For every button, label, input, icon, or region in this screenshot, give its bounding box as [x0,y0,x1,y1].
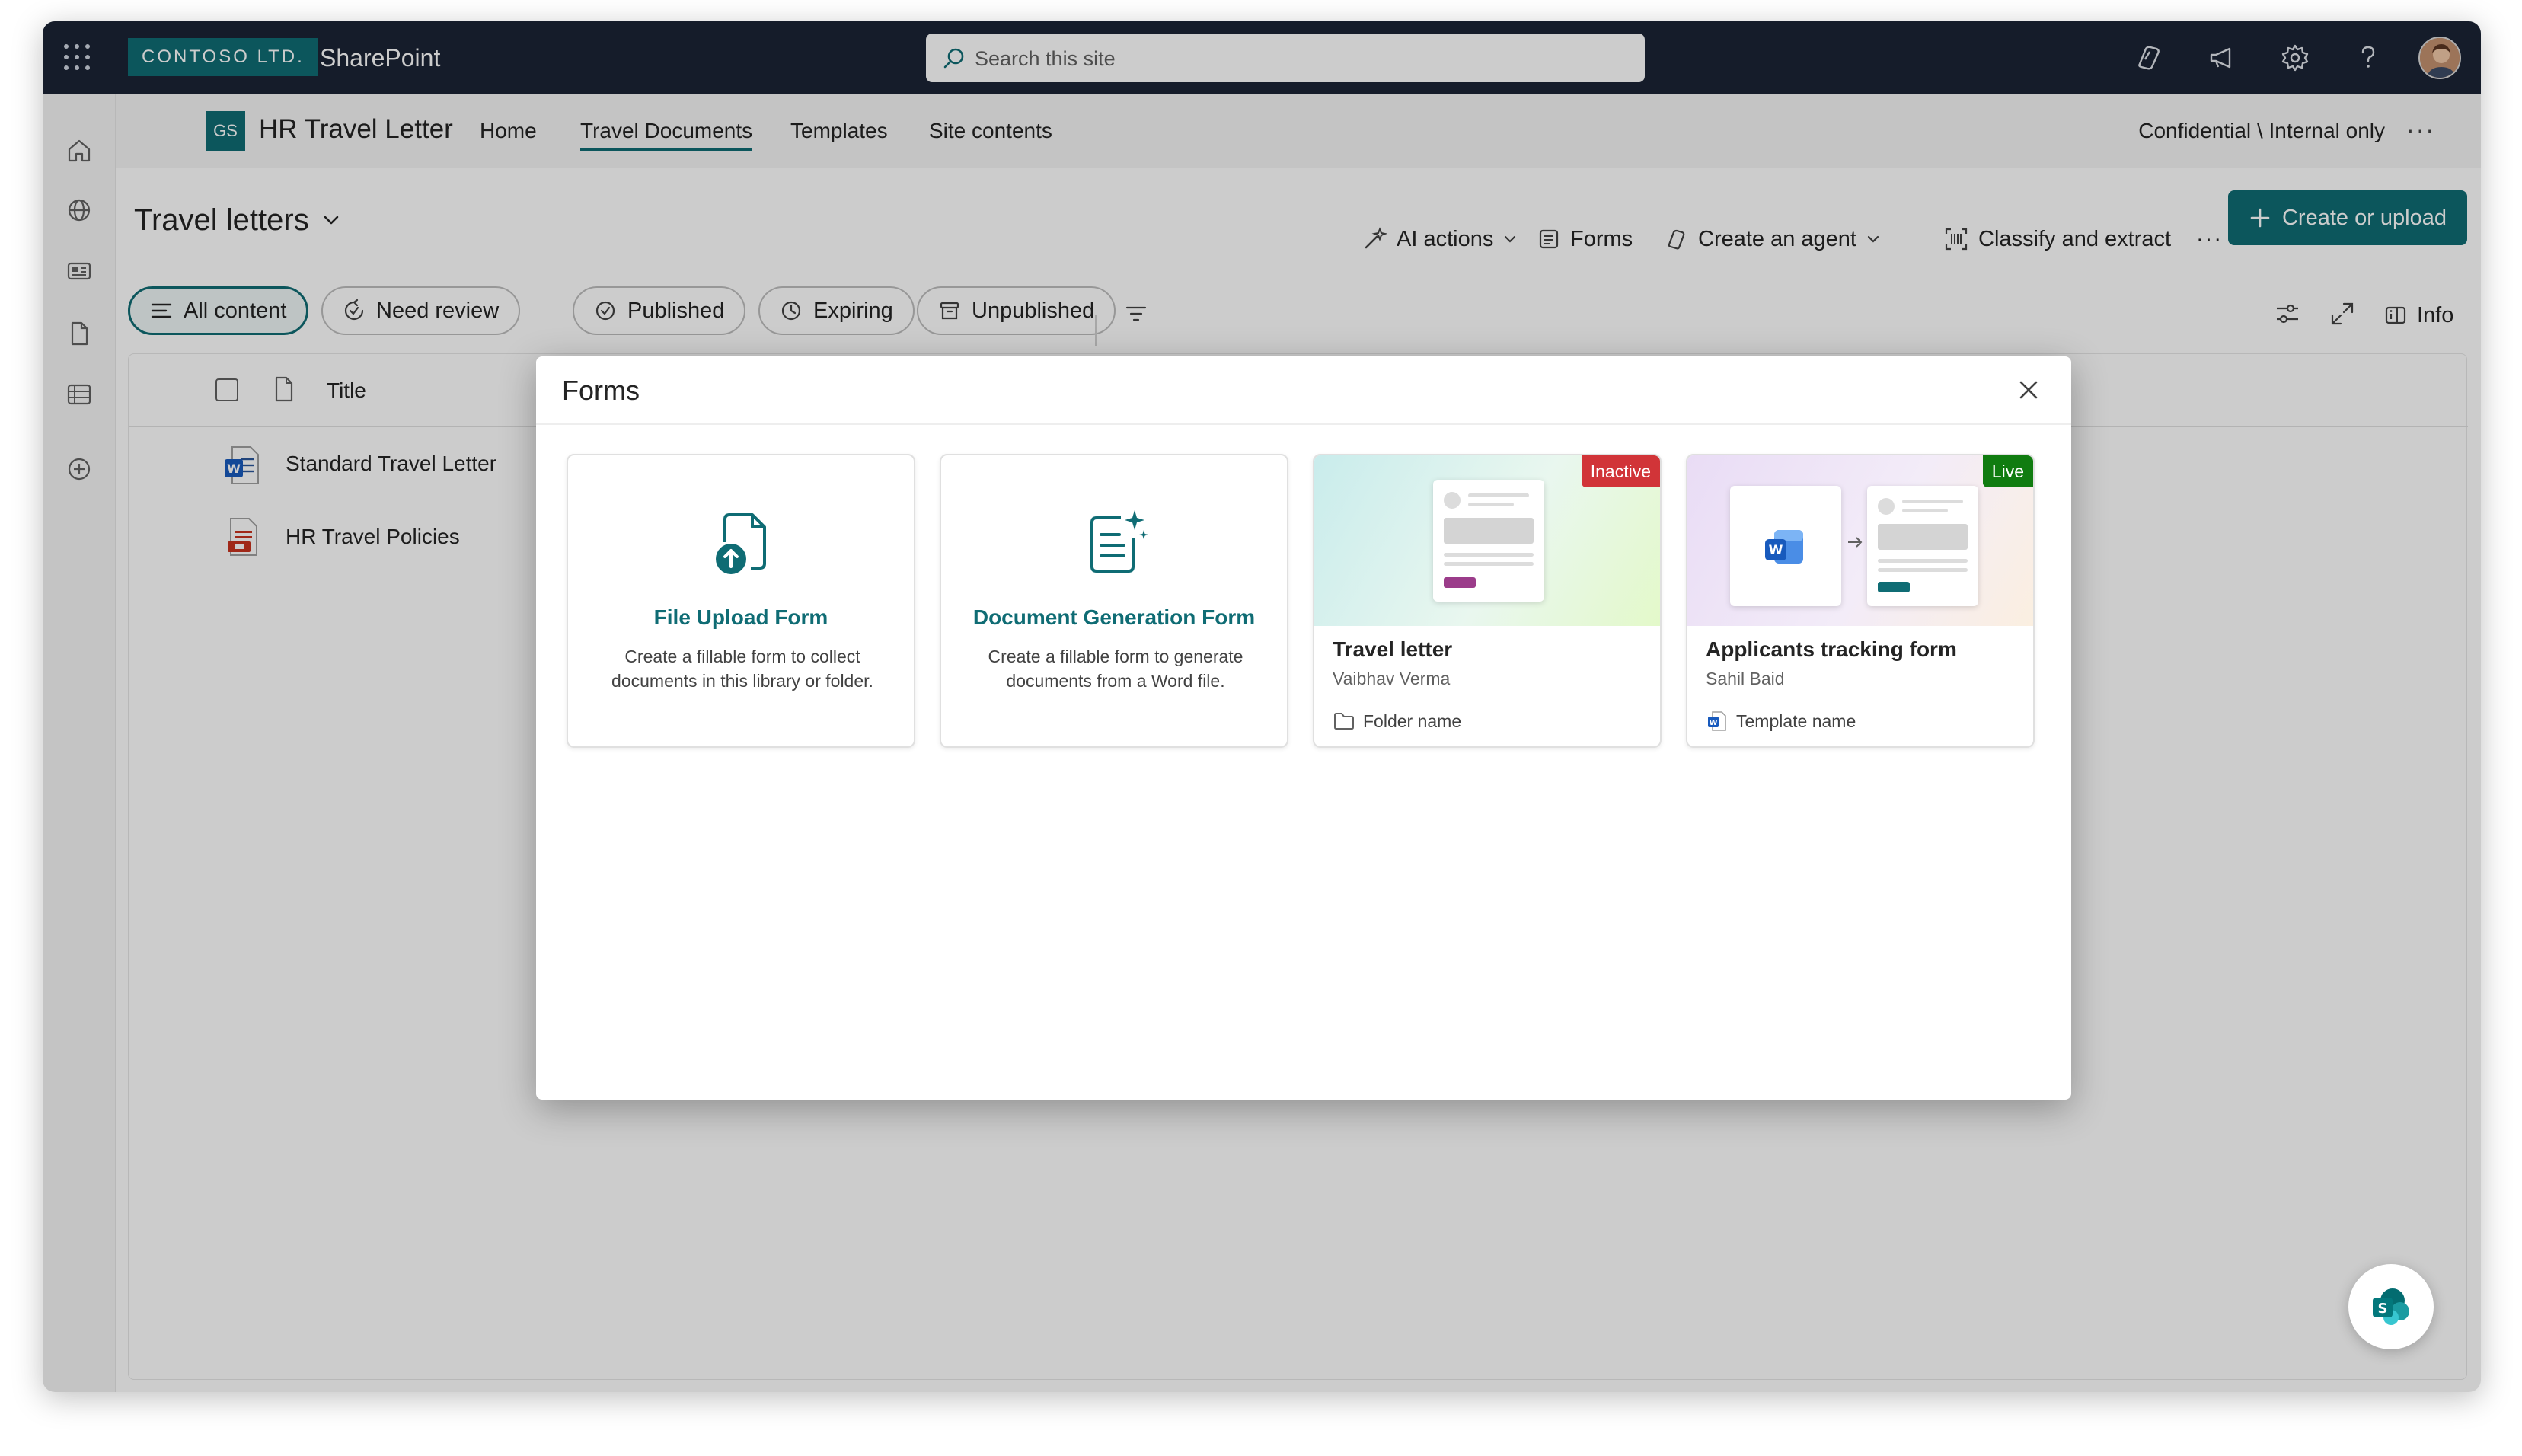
template-name: Template name [1736,711,1856,731]
file-upload-form-card[interactable]: File Upload Form Create a fillable form … [567,454,915,748]
sharepoint-logo-icon: S [2370,1285,2412,1328]
svg-text:S: S [2378,1301,2388,1317]
travel-letter-form-card[interactable]: Inactive Travel letter Vaibhav Verma Fol… [1313,454,1662,748]
close-icon[interactable] [2013,375,2044,405]
card-title: Document Generation Form [972,605,1256,629]
document-generation-form-card[interactable]: Document Generation Form Create a fillab… [940,454,1288,748]
file-upload-icon [708,509,777,577]
svg-text:W: W [1769,543,1783,558]
sharepoint-fab[interactable]: S [2348,1264,2434,1349]
applicants-tracking-form-card[interactable]: W Live Applicants tracking form Sahil Ba… [1686,454,2035,748]
card-description: Create a fillable form to generate docum… [988,647,1243,691]
card-author: Vaibhav Verma [1333,669,1451,688]
arrow-right-icon [1846,535,1864,550]
word-file-icon: W [1706,710,1729,733]
dialog-title: Forms [562,375,640,406]
card-description: Create a fillable form to collect docume… [611,647,873,691]
card-title: File Upload Form [653,605,828,629]
svg-text:W: W [1709,719,1717,727]
card-author: Sahil Baid [1706,669,1785,688]
document-sparkle-icon [1081,507,1150,576]
word-logo-icon: W [1762,525,1808,568]
card-title: Applicants tracking form [1706,637,1957,661]
word-template-preview: W [1730,486,1841,606]
forms-dialog: Forms File Upload Form Create a fillable… [536,356,2071,1100]
card-location: Folder name [1333,710,1461,733]
app-window: CONTOSO LTD. SharePoint Search this site [43,21,2481,1392]
status-badge: Inactive [1581,455,1660,487]
dialog-divider [536,423,2071,425]
form-preview [1433,480,1544,602]
status-badge: Live [1982,455,2033,487]
card-template: W Template name [1706,710,1856,733]
card-title: Travel letter [1333,637,1453,661]
form-preview [1867,486,1978,606]
folder-icon [1333,711,1355,731]
folder-name: Folder name [1363,711,1462,731]
